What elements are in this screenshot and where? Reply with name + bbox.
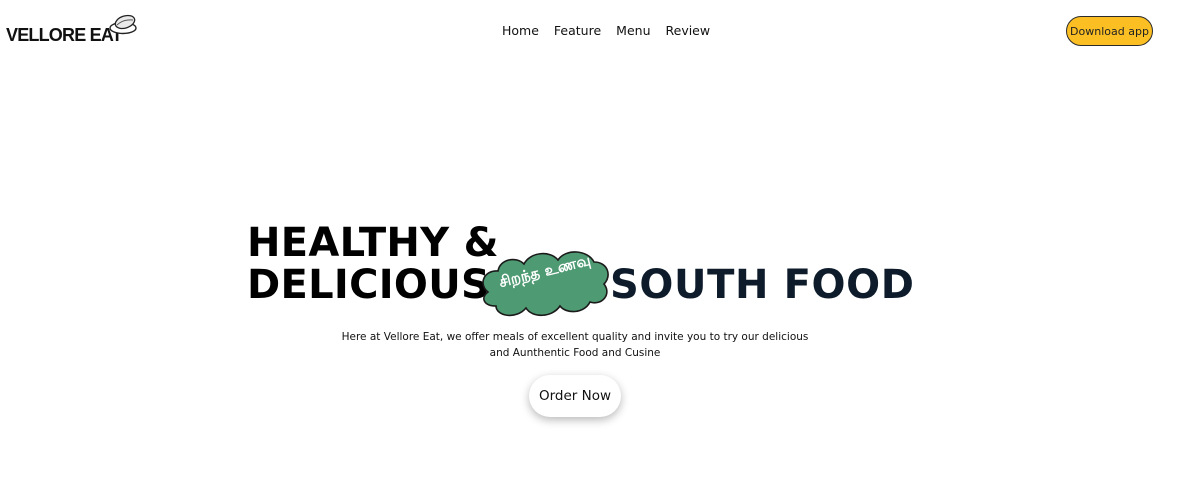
nav-home[interactable]: Home: [502, 23, 539, 39]
brand-logo[interactable]: VELLORE EAT: [6, 14, 137, 45]
dosa-plate-icon: [109, 14, 137, 35]
hero-tagline: Here at Vellore Eat, we offer meals of e…: [300, 329, 850, 361]
main-nav: Home Feature Menu Review: [502, 23, 710, 39]
hero-tagline-line-2: and Aunthentic Food and Cusine: [489, 347, 661, 359]
brand-name: VELLORE EAT: [6, 25, 123, 45]
nav-review[interactable]: Review: [666, 23, 711, 39]
download-app-button[interactable]: Download app: [1066, 16, 1153, 46]
hero-headline-line-1: HEALTHY &: [247, 220, 499, 266]
hero-headline-line-2: DELICIOUS: [247, 262, 491, 308]
hero-headline-accent: SOUTH FOOD: [610, 262, 915, 308]
hero-tagline-line-1: Here at Vellore Eat, we offer meals of e…: [341, 331, 809, 343]
order-now-button[interactable]: Order Now: [529, 375, 621, 417]
nav-menu[interactable]: Menu: [616, 23, 650, 39]
nav-feature[interactable]: Feature: [554, 23, 601, 39]
